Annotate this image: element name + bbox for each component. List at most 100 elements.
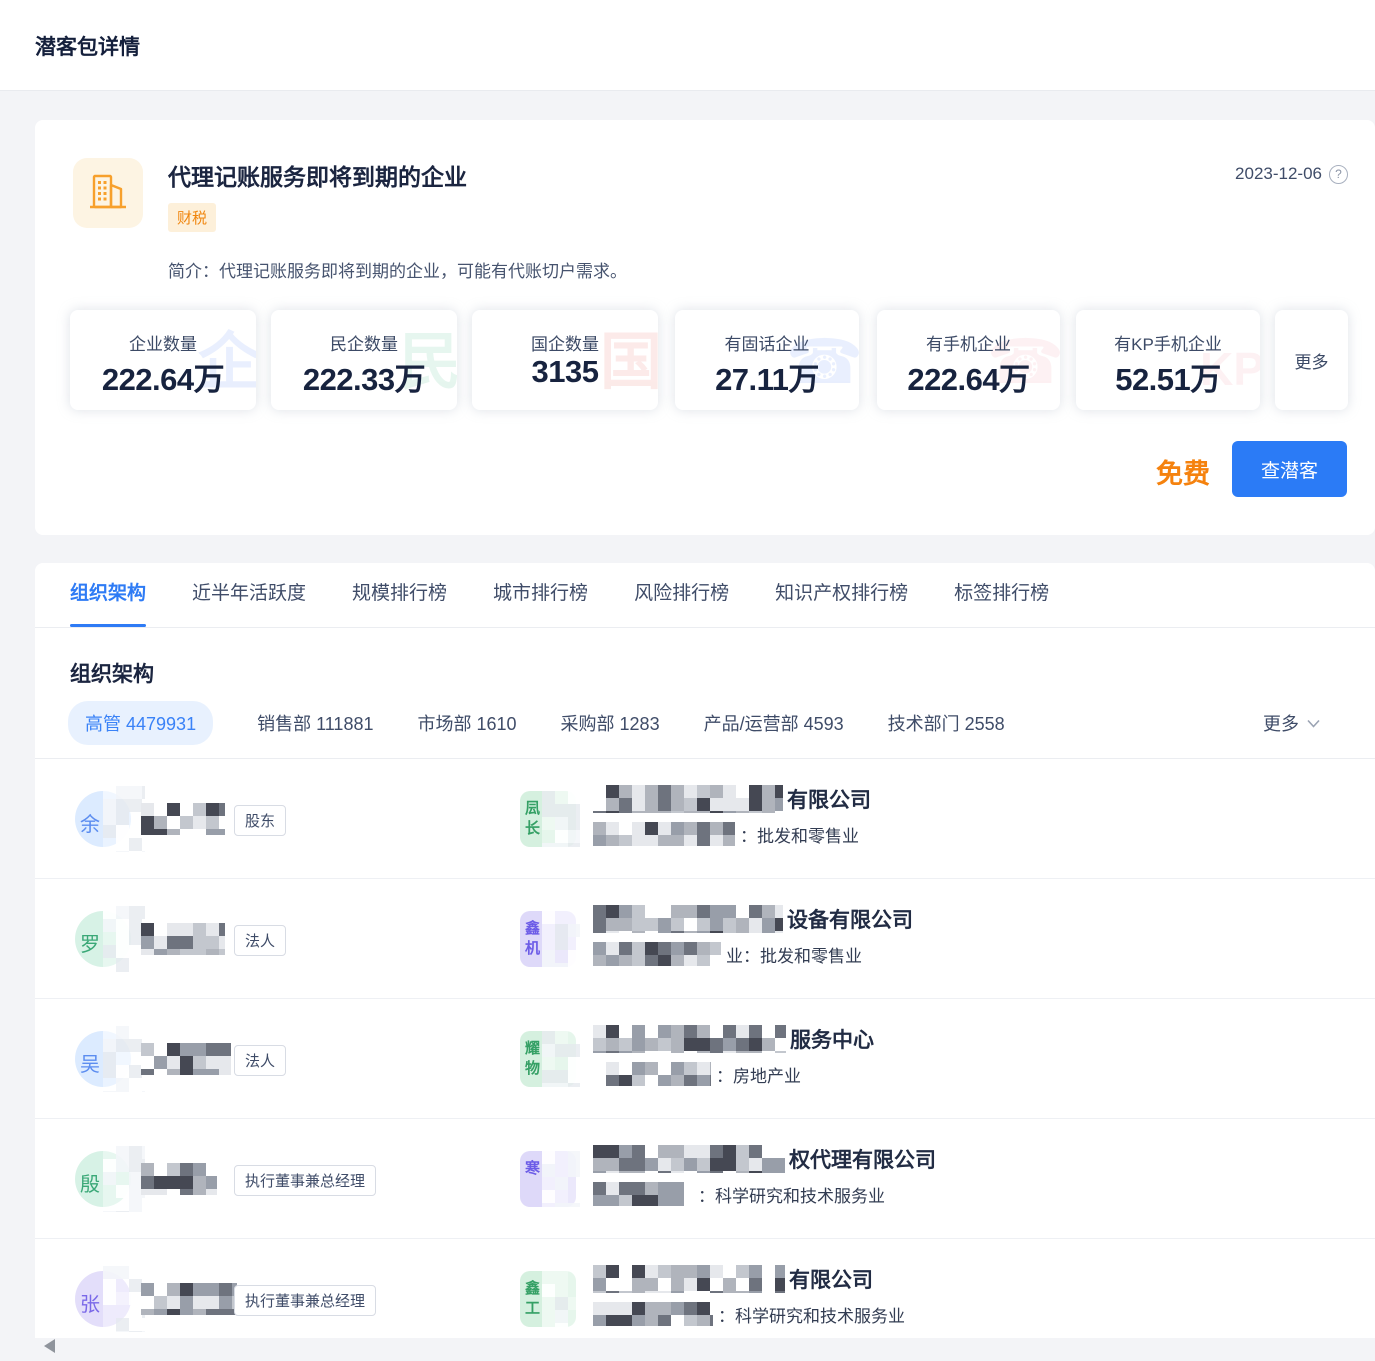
stat-card-landline-count: ☎ 有固话企业 27.11万	[675, 310, 859, 410]
company-name-suffix: 权代理有限公司	[789, 1144, 936, 1174]
censor-mosaic	[593, 822, 735, 846]
avatar-initial: 吴	[80, 1048, 100, 1077]
company-logo-chars: 鑫工	[525, 1279, 543, 1319]
package-intro: 简介：代理记账服务即将到期的企业，可能有代账切户需求。	[168, 257, 627, 282]
censor-mosaic	[141, 923, 225, 955]
avatar: 吴	[75, 1031, 131, 1087]
stat-card-enterprise-count: 企 企业数量 222.64万	[70, 310, 256, 410]
tab-risk-rank[interactable]: 风险排行榜	[634, 563, 729, 627]
censor-mosaic	[593, 1302, 713, 1326]
collapse-arrow-icon[interactable]	[44, 1339, 55, 1353]
censor-mosaic	[593, 785, 783, 813]
company-logo: 鑫工	[520, 1271, 576, 1327]
role-tag: 法人	[234, 1045, 286, 1076]
censor-mosaic	[593, 1025, 786, 1053]
censor-mosaic	[103, 906, 145, 972]
tab-city-rank[interactable]: 城市排行榜	[493, 563, 588, 627]
censor-mosaic	[593, 1062, 711, 1086]
industry: ：房地产业	[716, 1062, 801, 1087]
company-name-suffix: 设备有限公司	[787, 904, 913, 934]
list-item[interactable]: 吴 法人 耀物 服务中心 ：房地产业	[35, 999, 1375, 1119]
dept-tech[interactable]: 技术部门 2558	[888, 710, 1005, 736]
dept-purchasing[interactable]: 采购部 1283	[561, 710, 660, 736]
list-item[interactable]: 余 股东 凨长 有限公司 ：批发和零售业	[35, 759, 1375, 879]
avatar: 张	[75, 1271, 131, 1327]
company-logo: 凨长	[520, 791, 576, 847]
role-tag: 股东	[234, 805, 286, 836]
stat-card-kp-mobile-count: KP 有KP手机企业 52.51万	[1076, 310, 1260, 410]
censor-mosaic	[542, 911, 580, 967]
avatar: 余	[75, 791, 131, 847]
page-title: 潜客包详情	[35, 31, 140, 61]
tab-ip-rank[interactable]: 知识产权排行榜	[775, 563, 908, 627]
industry: ：批发和零售业	[740, 822, 859, 847]
censor-mosaic	[593, 1145, 785, 1173]
company-logo-chars: 寒	[525, 1159, 543, 1179]
stats-more-button[interactable]: 更多	[1275, 310, 1348, 410]
company-logo: 耀物	[520, 1031, 576, 1087]
censor-mosaic	[103, 1146, 145, 1212]
censor-mosaic	[141, 1043, 231, 1075]
package-date: 2023-12-06	[1235, 164, 1322, 184]
industry: ：科学研究和技术服务业	[698, 1182, 885, 1207]
detail-card: 组织架构 近半年活跃度 规模排行榜 城市排行榜 风险排行榜 知识产权排行榜 标签…	[35, 563, 1375, 1338]
role-tag: 执行董事兼总经理	[234, 1285, 376, 1316]
avatar: 罗	[75, 911, 131, 967]
prospect-list: 余 股东 凨长 有限公司 ：批发和零售业 罗 法人 鑫机 设备有限公司	[35, 759, 1375, 1338]
censor-mosaic	[141, 1163, 217, 1195]
censor-mosaic	[141, 1283, 237, 1315]
help-icon[interactable]: ?	[1329, 165, 1348, 184]
company-logo: 寒	[520, 1151, 576, 1207]
censor-mosaic	[593, 1182, 693, 1206]
check-prospects-button[interactable]: 查潜客	[1232, 441, 1347, 497]
censor-mosaic	[103, 1026, 145, 1092]
tab-activity[interactable]: 近半年活跃度	[192, 563, 306, 627]
free-price-label: 免费	[1156, 452, 1210, 491]
avatar-initial: 罗	[80, 928, 100, 957]
tab-scale-rank[interactable]: 规模排行榜	[352, 563, 447, 627]
industry: 业：批发和零售业	[726, 942, 862, 967]
tab-label-rank[interactable]: 标签排行榜	[954, 563, 1049, 627]
company-logo: 鑫机	[520, 911, 576, 967]
dept-product-ops[interactable]: 产品/运营部 4593	[704, 710, 844, 736]
role-tag: 执行董事兼总经理	[234, 1165, 376, 1196]
company-name-suffix: 有限公司	[787, 784, 871, 814]
censor-mosaic	[593, 1265, 785, 1293]
top-bar: 潜客包详情	[0, 0, 1375, 91]
company-name-suffix: 有限公司	[789, 1264, 873, 1294]
censor-mosaic	[542, 1031, 580, 1087]
dept-sales[interactable]: 销售部 111881	[257, 710, 373, 736]
building-icon	[85, 170, 131, 216]
dept-marketing[interactable]: 市场部 1610	[417, 710, 516, 736]
tab-org-structure[interactable]: 组织架构	[70, 563, 146, 627]
avatar-initial: 张	[80, 1288, 100, 1317]
censor-mosaic	[542, 791, 580, 847]
package-title: 代理记账服务即将到期的企业	[168, 158, 467, 192]
company-name-suffix: 服务中心	[790, 1024, 874, 1054]
censor-mosaic	[103, 1266, 145, 1332]
list-item[interactable]: 罗 法人 鑫机 设备有限公司 业：批发和零售业	[35, 879, 1375, 999]
departments-more-button[interactable]: 更多	[1263, 710, 1320, 736]
censor-mosaic	[141, 803, 225, 835]
dept-executives[interactable]: 高管 4479931	[68, 701, 213, 745]
package-category-tag: 财税	[168, 203, 216, 232]
tab-bar: 组织架构 近半年活跃度 规模排行榜 城市排行榜 风险排行榜 知识产权排行榜 标签…	[35, 563, 1375, 628]
censor-mosaic	[593, 905, 783, 933]
company-logo-chars: 凨长	[525, 799, 543, 839]
package-icon-box	[73, 158, 143, 228]
industry: ：科学研究和技术服务业	[718, 1302, 905, 1327]
list-item[interactable]: 殷 执行董事兼总经理 寒 权代理有限公司 ：科学研究和技术服务业	[35, 1119, 1375, 1239]
company-logo-chars: 耀物	[525, 1039, 543, 1079]
org-section-title: 组织架构	[70, 658, 154, 688]
stat-card-mobile-count: ☎ 有手机企业 222.64万	[877, 310, 1060, 410]
censor-mosaic	[542, 1151, 580, 1207]
censor-mosaic	[593, 942, 721, 966]
package-card: 代理记账服务即将到期的企业 财税 2023-12-06 ? 简介：代理记账服务即…	[35, 120, 1375, 535]
avatar: 殷	[75, 1151, 131, 1207]
chevron-down-icon	[1307, 719, 1320, 728]
censor-mosaic	[542, 1271, 580, 1327]
avatar-initial: 余	[80, 808, 100, 837]
list-item[interactable]: 张 执行董事兼总经理 鑫工 有限公司 ：科学研究和技术服务业	[35, 1239, 1375, 1338]
avatar-initial: 殷	[80, 1168, 100, 1197]
stat-card-state-owned-count: 国 国企数量 3135	[472, 310, 658, 410]
